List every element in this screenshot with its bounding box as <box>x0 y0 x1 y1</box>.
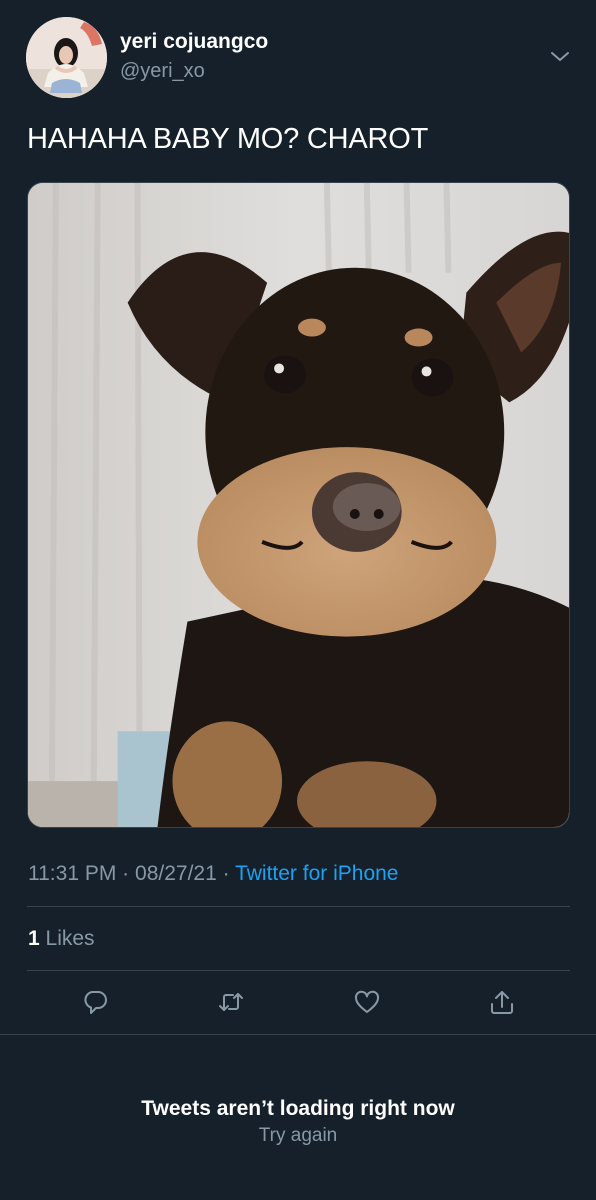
tweet-metadata: 11:31 PM · 08/27/21 · Twitter for iPhone <box>28 862 398 886</box>
author-handle[interactable]: @yeri_xo <box>120 60 205 83</box>
chevron-down-icon[interactable] <box>548 47 572 67</box>
divider <box>0 1034 596 1035</box>
tweet-time: 11:31 PM <box>28 862 117 885</box>
likes-count: 1 <box>28 927 40 950</box>
share-button[interactable] <box>486 986 518 1018</box>
meta-separator: · <box>122 862 130 885</box>
tweet-source-link[interactable]: Twitter for iPhone <box>235 862 398 885</box>
meta-separator: · <box>222 862 230 885</box>
like-icon <box>354 990 380 1013</box>
photo-puppy-cheeks <box>28 183 569 827</box>
likes-label: Likes <box>45 927 95 950</box>
avatar[interactable] <box>26 17 107 98</box>
retweet-button[interactable] <box>215 986 247 1018</box>
tweet-detail: yeri cojuangco @yeri_xo HAHAHA BABY MO? … <box>0 0 596 1200</box>
reply-button[interactable] <box>79 986 111 1018</box>
profile-photo <box>26 17 107 98</box>
author-display-name[interactable]: yeri cojuangco <box>120 30 268 54</box>
like-button[interactable] <box>351 986 383 1018</box>
tweet-media[interactable] <box>27 182 570 828</box>
divider <box>27 970 570 971</box>
tweet-date: 08/27/21 <box>135 862 217 885</box>
share-icon <box>491 991 513 1014</box>
likes-stat[interactable]: 1 Likes <box>28 927 95 951</box>
tweets-error-message: Tweets aren’t loading right now <box>141 1097 455 1120</box>
retweet-icon <box>219 993 243 1011</box>
try-again-button[interactable]: Try again <box>0 1125 596 1147</box>
tweet-text: HAHAHA BABY MO? CHAROT <box>27 123 429 155</box>
divider <box>27 906 570 907</box>
reply-icon <box>84 991 107 1014</box>
